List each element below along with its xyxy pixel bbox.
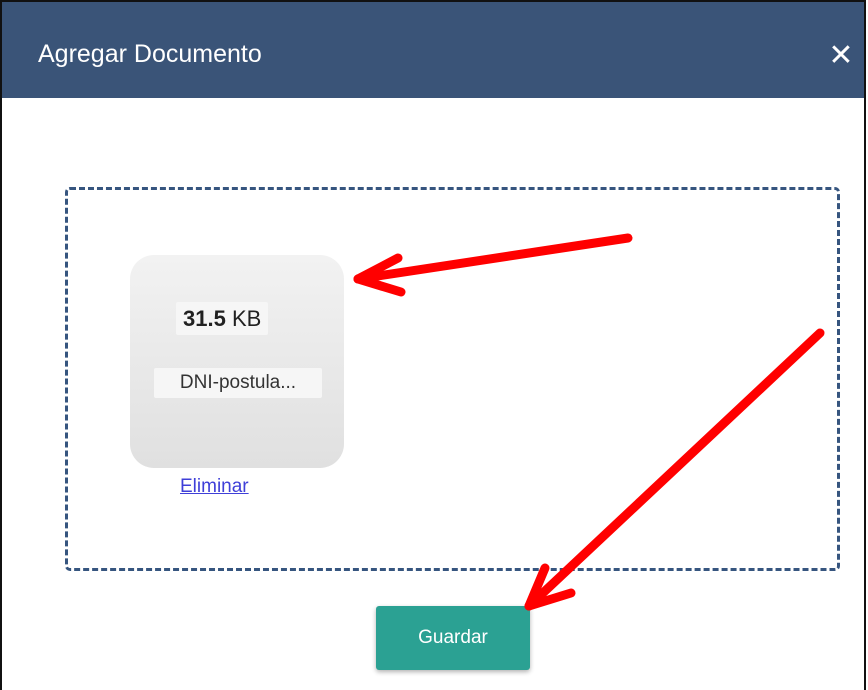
file-preview-card: 31.5 KB DNI-postula... <box>130 255 344 468</box>
file-size: 31.5 KB <box>176 302 269 335</box>
modal-header: Agregar Documento ✕ <box>2 2 864 98</box>
save-button[interactable]: Guardar <box>376 606 530 670</box>
remove-file-link[interactable]: Eliminar <box>180 476 249 498</box>
file-size-unit: KB <box>231 306 262 331</box>
modal-title: Agregar Documento <box>38 40 262 68</box>
close-icon[interactable]: ✕ <box>824 36 858 76</box>
file-size-value: 31.5 <box>183 306 226 331</box>
file-name: DNI-postula... <box>154 368 322 398</box>
